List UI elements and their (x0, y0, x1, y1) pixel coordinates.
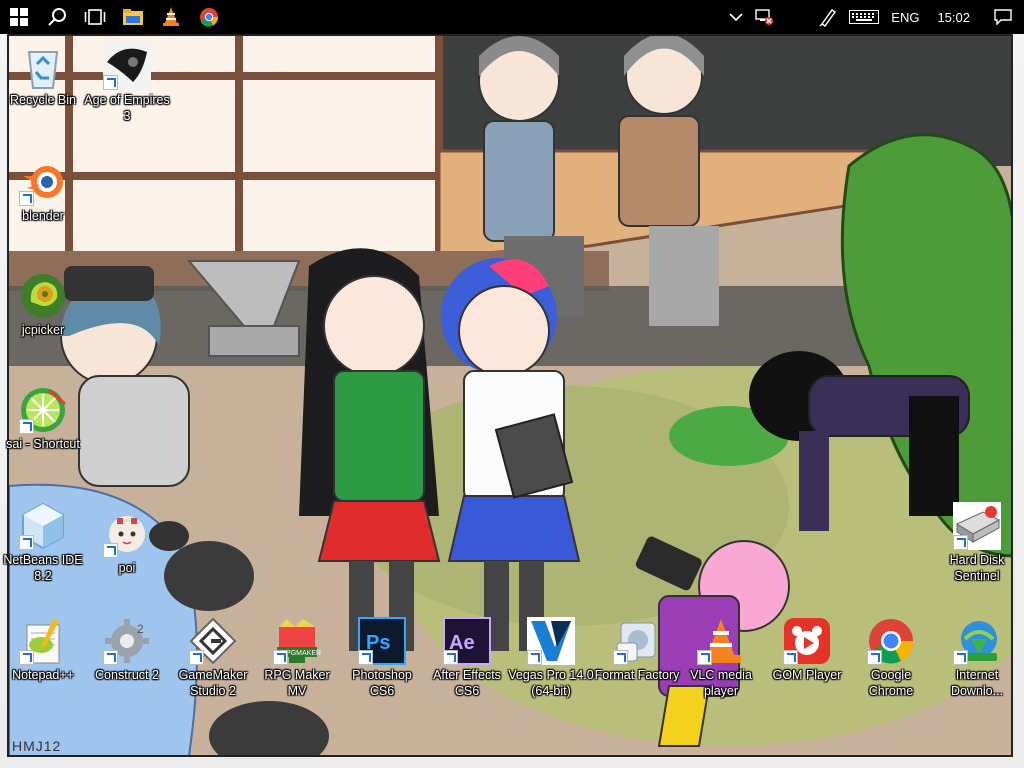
desktop-icon-format-factory[interactable]: Format Factory (594, 617, 680, 683)
blender-icon (19, 158, 67, 206)
file-explorer-icon[interactable] (114, 0, 152, 34)
shortcut-arrow-icon (189, 650, 204, 665)
shortcut-arrow-icon (697, 650, 712, 665)
desktop-icon-notepadpp[interactable]: Notepad++ (0, 617, 86, 683)
task-view-icon[interactable] (76, 0, 114, 34)
desktop-icon-sai[interactable]: sai - Shortcut (0, 386, 86, 452)
desktop-icon-label: RPG Maker MV (264, 668, 330, 698)
shortcut-arrow-icon (19, 419, 34, 434)
desktop-icon-label: poi (118, 561, 136, 575)
vegas-pro-icon (527, 617, 575, 665)
shortcut-arrow-icon (867, 650, 882, 665)
hard-disk-sentinel-icon (953, 502, 1001, 550)
chevron-up-icon[interactable] (723, 0, 749, 34)
shortcut-arrow-icon (527, 650, 542, 665)
shortcut-arrow-icon (783, 650, 798, 665)
vlc-icon (697, 617, 745, 665)
search-icon[interactable] (38, 0, 76, 34)
desktop-icon-label: Hard Disk Sentinel (949, 553, 1005, 583)
desktop-icon-label: Construct 2 (95, 668, 159, 682)
desktop-icon-label: sai - Shortcut (6, 437, 80, 451)
desktop-icon-label: Internet Downlo... (950, 668, 1004, 698)
taskbar: ENG 15:02 (0, 0, 1024, 34)
shortcut-arrow-icon (103, 75, 118, 90)
shortcut-arrow-icon (273, 650, 288, 665)
touch-keyboard-icon[interactable] (843, 0, 885, 34)
desktop-icon-label: After Effects CS6 (433, 668, 501, 698)
desktop-icon-gom-player[interactable]: GOM Player (764, 617, 850, 683)
desktop-icon-blender[interactable]: blender (0, 158, 86, 224)
shortcut-arrow-icon (19, 650, 34, 665)
desktop-icon-vegas-pro[interactable]: Vegas Pro 14.0 (64-bit) (508, 617, 594, 699)
vlc-icon[interactable] (152, 0, 190, 34)
internet-download-manager-icon (953, 617, 1001, 665)
pen-workspace-icon[interactable] (813, 0, 843, 34)
desktop-icon-label: Notepad++ (12, 668, 74, 682)
desktop-icon-label: Recycle Bin (10, 93, 76, 107)
desktop-icon-label: Google Chrome (868, 668, 914, 698)
desktop-icon-label: Format Factory (594, 668, 680, 682)
shortcut-arrow-icon (103, 650, 118, 665)
netbeans-icon (19, 502, 67, 550)
shortcut-arrow-icon (953, 650, 968, 665)
desktop-icon-construct2[interactable]: 2 Construct 2 (84, 617, 170, 683)
chrome-icon (867, 617, 915, 665)
desktop-icon-label: Vegas Pro 14.0 (64-bit) (508, 668, 594, 698)
svg-text:2: 2 (137, 622, 144, 636)
windows-start-icon[interactable] (0, 0, 38, 34)
desktop-icon-netbeans[interactable]: NetBeans IDE 8.2 (0, 502, 86, 584)
gamemaker-icon (189, 617, 237, 665)
desktop[interactable]: ENG 15:02 Recycle Bin Age of Empires 3 b… (0, 0, 1024, 768)
desktop-icon-label: Age of Empires 3 (84, 93, 170, 123)
desktop-icon-vlc[interactable]: VLC media player (678, 617, 764, 699)
desktop-icon-label: Photoshop CS6 (352, 668, 412, 698)
shortcut-arrow-icon (19, 191, 34, 206)
format-factory-icon (613, 617, 661, 665)
system-tray: ENG 15:02 (723, 0, 1024, 34)
poi-icon (103, 510, 151, 558)
photoshop-icon: Ps (358, 617, 406, 665)
clock[interactable]: 15:02 (925, 0, 982, 34)
notepadpp-icon (19, 617, 67, 665)
shortcut-arrow-icon (953, 535, 968, 550)
shortcut-arrow-icon (613, 650, 628, 665)
language-indicator[interactable]: ENG (885, 0, 925, 34)
jcpicker-icon (19, 272, 67, 320)
wallpaper-signature: HMJ12 (12, 738, 62, 754)
after-effects-icon: Ae (443, 617, 491, 665)
network-disconnected-icon[interactable] (749, 0, 779, 34)
desktop-icon-after-effects[interactable]: Ae After Effects CS6 (424, 617, 510, 699)
age-of-empires-icon (103, 42, 151, 90)
chrome-icon[interactable] (190, 0, 228, 34)
desktop-icon-label: NetBeans IDE 8.2 (3, 553, 83, 583)
shortcut-arrow-icon (443, 650, 458, 665)
construct2-icon: 2 (103, 617, 151, 665)
shortcut-arrow-icon (358, 650, 373, 665)
desktop-icon-google-chrome[interactable]: Google Chrome (848, 617, 934, 699)
desktop-icon-label: blender (22, 209, 64, 223)
action-center-icon[interactable] (982, 0, 1024, 34)
gom-player-icon (783, 617, 831, 665)
desktop-icon-label: GOM Player (772, 668, 842, 682)
rpgmaker-icon: RPGMAKER (273, 617, 321, 665)
desktop-icon-internet-download-manager[interactable]: Internet Downlo... (934, 617, 1020, 699)
desktop-icon-label: GameMaker Studio 2 (178, 668, 248, 698)
desktop-icon-label: VLC media player (690, 668, 752, 698)
desktop-icon-rpgmaker[interactable]: RPGMAKER RPG Maker MV (254, 617, 340, 699)
desktop-icon-gamemaker[interactable]: GameMaker Studio 2 (170, 617, 256, 699)
desktop-icon-photoshop[interactable]: Ps Photoshop CS6 (339, 617, 425, 699)
desktop-icon-poi[interactable]: poi (84, 510, 170, 576)
desktop-icon-recycle-bin[interactable]: Recycle Bin (0, 42, 86, 108)
recycle-bin-icon (19, 42, 67, 90)
desktop-icon-hard-disk-sentinel[interactable]: Hard Disk Sentinel (934, 502, 1020, 584)
desktop-icon-age-of-empires[interactable]: Age of Empires 3 (84, 42, 170, 124)
desktop-icon-label: jcpicker (21, 323, 65, 337)
sai-icon (19, 386, 67, 434)
shortcut-arrow-icon (19, 535, 34, 550)
shortcut-arrow-icon (103, 543, 118, 558)
desktop-icon-jcpicker[interactable]: jcpicker (0, 272, 86, 338)
